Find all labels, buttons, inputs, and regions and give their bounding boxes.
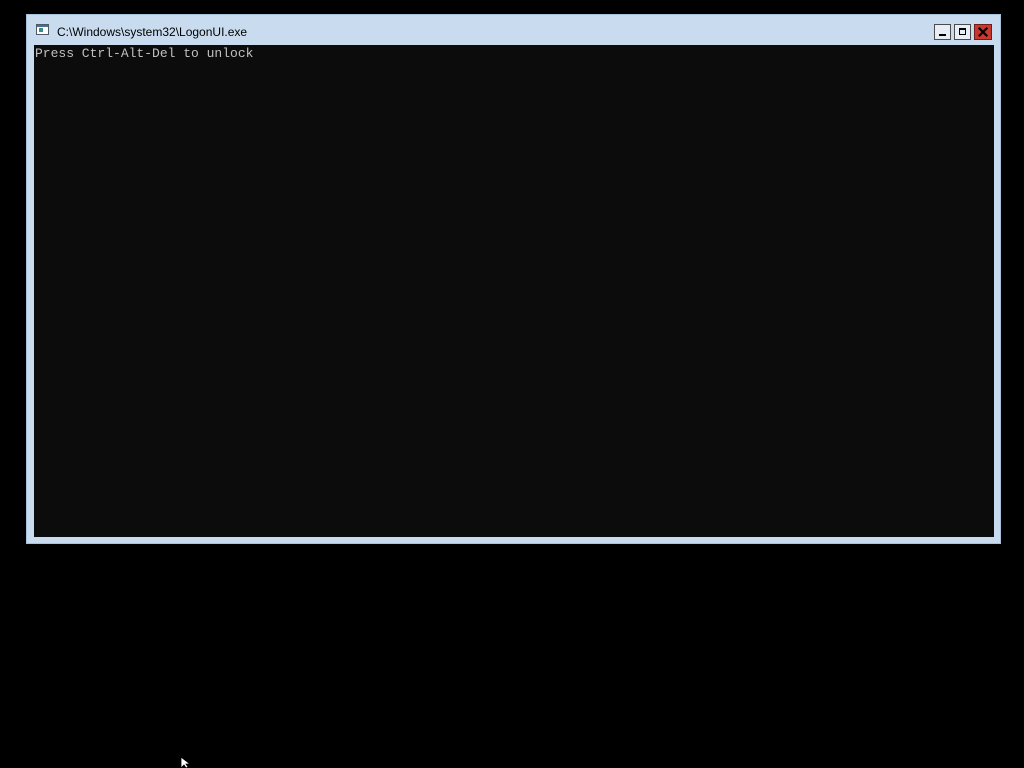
console-line-unlock-prompt: Press Ctrl-Alt-Del to unlock (35, 46, 254, 61)
minimize-icon (939, 34, 946, 36)
app-icon-bar (37, 25, 48, 27)
console-app-icon[interactable] (36, 24, 49, 35)
logonui-console-window[interactable]: C:\Windows\system32\LogonUI.exe Press Ct… (26, 14, 1001, 544)
maximize-button[interactable] (954, 24, 971, 40)
maximize-icon (959, 28, 966, 35)
window-title: C:\Windows\system32\LogonUI.exe (57, 25, 248, 39)
close-icon (977, 26, 989, 38)
minimize-button[interactable] (934, 24, 951, 40)
app-icon-screen (39, 28, 43, 32)
title-bar[interactable]: C:\Windows\system32\LogonUI.exe (27, 15, 1000, 45)
close-button[interactable] (974, 24, 992, 40)
mouse-pointer-icon (180, 757, 192, 768)
console-area[interactable]: Press Ctrl-Alt-Del to unlock (34, 45, 994, 537)
